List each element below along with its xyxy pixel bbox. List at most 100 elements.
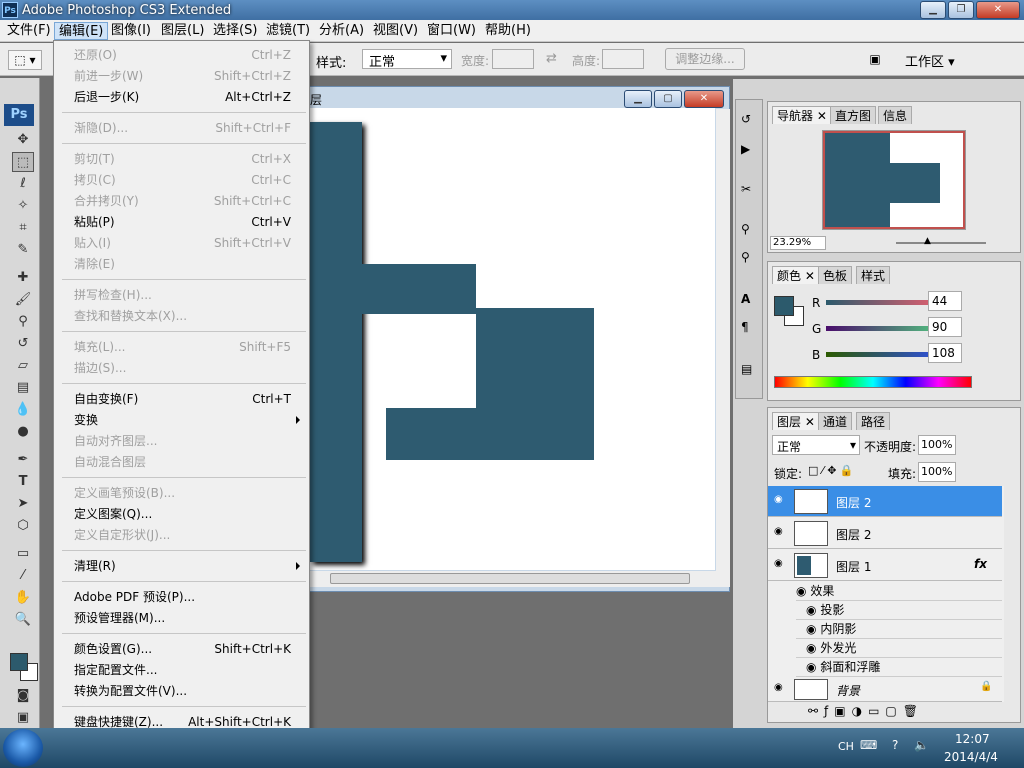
- maximize-button[interactable]: ❐: [948, 1, 974, 19]
- refine-edge-button[interactable]: 调整边缘...: [665, 48, 745, 70]
- layer-row[interactable]: ◉ 图层 1 fx: [768, 550, 1002, 581]
- effect-row[interactable]: ◉ 内阴影: [796, 620, 1002, 639]
- tab-layers[interactable]: 图层 ✕: [772, 412, 820, 430]
- eye-icon[interactable]: ◉: [774, 527, 786, 537]
- marquee-tool-icon[interactable]: ⬚: [12, 152, 34, 172]
- eye-icon[interactable]: ◉: [774, 683, 786, 693]
- tab-histogram[interactable]: 直方图: [830, 106, 877, 124]
- r-input[interactable]: 44: [928, 291, 962, 311]
- tab-channels[interactable]: 通道: [818, 412, 853, 430]
- eye-icon[interactable]: ◉: [806, 622, 816, 636]
- foreground-color-swatch[interactable]: [10, 653, 28, 671]
- menu-view[interactable]: 视图(V): [369, 22, 422, 40]
- move-tool-icon[interactable]: ✥: [12, 130, 34, 150]
- bridge-icon[interactable]: ▣: [862, 48, 888, 70]
- vertical-scrollbar[interactable]: [716, 109, 730, 571]
- layer-row-background[interactable]: ◉ 背景 🔒: [768, 677, 1002, 702]
- menu-image[interactable]: 图像(I): [107, 22, 155, 40]
- swap-icon[interactable]: ⇄: [546, 51, 557, 66]
- layer-row[interactable]: ◉ 图层 2: [768, 518, 1002, 549]
- doc-maximize-button[interactable]: ▢: [654, 90, 682, 108]
- menu-item[interactable]: 颜色设置(G)... Shift+Ctrl+K: [74, 639, 304, 659]
- zoom-slider-thumb[interactable]: ▲: [924, 236, 931, 246]
- tool-presets-icon[interactable]: ✂: [741, 182, 751, 196]
- menu-item[interactable]: 清理(R): [74, 556, 304, 576]
- language-indicator[interactable]: CH: [838, 740, 854, 753]
- menu-select[interactable]: 选择(S): [209, 22, 261, 40]
- blend-mode-select[interactable]: 正常 ▾: [772, 435, 860, 455]
- fx-icon[interactable]: fx: [974, 557, 987, 571]
- height-input[interactable]: [602, 49, 644, 69]
- notes-tool-icon[interactable]: ▭: [12, 544, 34, 564]
- menu-item[interactable]: 转换为配置文件(V)...: [74, 681, 304, 701]
- start-button[interactable]: [3, 729, 43, 767]
- menu-item[interactable]: 粘贴(P) Ctrl+V: [74, 212, 304, 232]
- opacity-input[interactable]: 100%: [918, 435, 956, 455]
- zoom-input[interactable]: 23.29%: [770, 236, 826, 250]
- quick-mask-icon[interactable]: ◙: [12, 686, 34, 706]
- eyedropper-tool-icon[interactable]: ⁄: [12, 566, 34, 586]
- fill-input[interactable]: 100%: [918, 462, 956, 482]
- hand-tool-icon[interactable]: ✋: [12, 588, 34, 608]
- menu-layer[interactable]: 图层(L): [157, 22, 208, 40]
- brush-tool-icon[interactable]: 🖌: [12, 290, 34, 310]
- navigator-preview[interactable]: [822, 130, 966, 230]
- g-input[interactable]: 90: [928, 317, 962, 337]
- clone-source-icon[interactable]: ⚲: [741, 250, 750, 264]
- eraser-tool-icon[interactable]: ▱: [12, 356, 34, 376]
- horizontal-scrollbar[interactable]: [310, 571, 730, 587]
- path-select-icon[interactable]: ➤: [12, 494, 34, 514]
- history-icon[interactable]: ↺: [741, 112, 751, 126]
- zoom-tool-icon[interactable]: 🔍: [12, 610, 34, 630]
- effect-row[interactable]: ◉ 斜面和浮雕: [796, 658, 1002, 677]
- doc-minimize-button[interactable]: ▁: [624, 90, 652, 108]
- width-input[interactable]: [492, 49, 534, 69]
- menu-filter[interactable]: 滤镜(T): [262, 22, 314, 40]
- view-box[interactable]: [823, 131, 965, 229]
- keyboard-icon[interactable]: ⌨: [860, 738, 877, 752]
- eye-icon[interactable]: ◉: [774, 495, 786, 505]
- menu-item[interactable]: 定义图案(Q)...: [74, 504, 304, 524]
- tab-swatches[interactable]: 色板: [818, 266, 853, 284]
- menu-analysis[interactable]: 分析(A): [315, 22, 368, 40]
- color-ramp[interactable]: [774, 376, 972, 388]
- brushes-icon[interactable]: ⚲: [741, 222, 750, 236]
- screen-mode-icon[interactable]: ▣: [12, 708, 34, 728]
- lasso-tool-icon[interactable]: ℓ: [12, 174, 34, 194]
- volume-icon[interactable]: 🔈: [914, 738, 929, 752]
- tab-navigator[interactable]: 导航器 ✕: [772, 106, 832, 124]
- layer-row[interactable]: ◉ 图层 2: [768, 486, 1002, 517]
- help-icon[interactable]: ?: [892, 738, 898, 752]
- eye-icon[interactable]: ◉: [774, 559, 786, 569]
- doc-close-button[interactable]: ✕: [684, 90, 724, 108]
- layer-comps-icon[interactable]: ▤: [741, 362, 752, 376]
- minimize-button[interactable]: ▁: [920, 1, 946, 19]
- marquee-preset-icon[interactable]: ⬚ ▾: [8, 50, 42, 70]
- workspace-button[interactable]: 工作区 ▾: [905, 51, 955, 70]
- lock-icons[interactable]: □ ⁄ ✥ 🔒: [808, 464, 854, 477]
- menu-help[interactable]: 帮助(H): [481, 22, 535, 40]
- paragraph-icon[interactable]: ¶: [741, 320, 749, 334]
- menu-item[interactable]: Adobe PDF 预设(P)...: [74, 587, 304, 607]
- crop-tool-icon[interactable]: ⌗: [12, 218, 34, 238]
- menu-file[interactable]: 文件(F): [3, 22, 55, 40]
- eye-icon[interactable]: ◉: [806, 641, 816, 655]
- tab-info[interactable]: 信息: [878, 106, 913, 124]
- document-canvas[interactable]: [310, 108, 715, 570]
- shape-tool-icon[interactable]: ⬡: [12, 516, 34, 536]
- effect-row[interactable]: ◉ 外发光: [796, 639, 1002, 658]
- actions-icon[interactable]: ▶: [741, 142, 750, 156]
- eye-icon[interactable]: ◉: [806, 603, 816, 617]
- eye-icon[interactable]: ◉: [806, 660, 816, 674]
- tab-color[interactable]: 颜色 ✕: [772, 266, 820, 284]
- menu-item[interactable]: 指定配置文件...: [74, 660, 304, 680]
- effect-row[interactable]: ◉ 投影: [796, 601, 1002, 620]
- tab-styles[interactable]: 样式: [856, 266, 891, 284]
- menu-item[interactable]: 后退一步(K) Alt+Ctrl+Z: [74, 87, 304, 107]
- blur-tool-icon[interactable]: 💧: [12, 400, 34, 420]
- menu-edit[interactable]: 编辑(E): [54, 22, 109, 40]
- color-foreground-swatch[interactable]: [774, 296, 794, 316]
- menu-window[interactable]: 窗口(W): [423, 22, 480, 40]
- gradient-tool-icon[interactable]: ▤: [12, 378, 34, 398]
- type-tool-icon[interactable]: T: [12, 472, 34, 492]
